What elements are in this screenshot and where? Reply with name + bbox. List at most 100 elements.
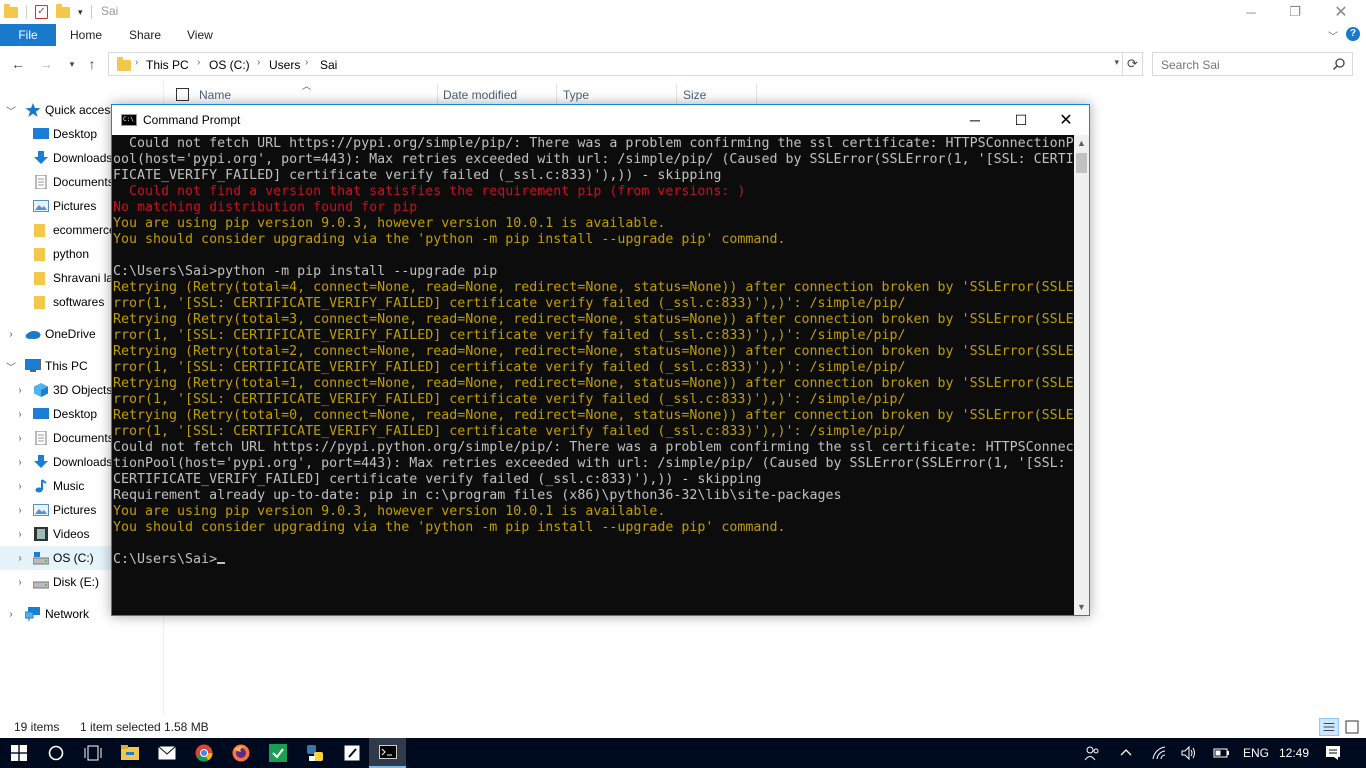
minimize-button[interactable]: ─: [1228, 0, 1274, 24]
address-bar[interactable]: › This PC › OS (C:) › Users › Sai ▾: [108, 52, 1123, 76]
column-header-size[interactable]: Size: [683, 88, 706, 102]
expand-chevron-icon[interactable]: ›: [15, 577, 25, 588]
column-divider[interactable]: [676, 84, 677, 106]
console-line: You should consider upgrading via the 'p…: [113, 520, 786, 535]
console-line: tionPool(host='pypi.org', port=443): Max…: [113, 456, 1066, 471]
column-header-name[interactable]: Name: [199, 88, 231, 102]
large-icons-view-icon[interactable]: [1342, 718, 1362, 736]
file-explorer-taskbar-button[interactable]: [111, 738, 148, 768]
console-line: C:\Users\Sai>python -m pip install --upg…: [113, 264, 498, 279]
start-button[interactable]: [0, 738, 37, 768]
cmd-maximize-button[interactable]: ☐: [998, 105, 1044, 135]
column-divider[interactable]: [437, 84, 438, 106]
documents-icon: [35, 175, 47, 189]
expand-chevron-icon[interactable]: ›: [6, 329, 16, 340]
console-line: You are using pip version 9.0.3, however…: [113, 504, 666, 519]
scroll-down-arrow-icon[interactable]: ▼: [1074, 599, 1089, 615]
wifi-icon[interactable]: [1151, 745, 1167, 761]
console-line: rror(1, '[SSL: CERTIFICATE_VERIFY_FAILED…: [113, 360, 906, 375]
console-output[interactable]: Could not fetch URL https://pypi.org/sim…: [112, 135, 1074, 615]
breadcrumb-chevron-icon[interactable]: ›: [305, 57, 308, 68]
task-view-button[interactable]: [74, 738, 111, 768]
help-icon[interactable]: ?: [1346, 27, 1360, 41]
expand-chevron-icon[interactable]: ›: [15, 457, 25, 468]
column-header-date-modified[interactable]: Date modified: [443, 88, 517, 102]
forward-arrow-icon[interactable]: →: [36, 54, 56, 74]
battery-icon[interactable]: [1213, 745, 1229, 761]
tab-share[interactable]: Share: [129, 24, 161, 46]
mail-taskbar-button[interactable]: [148, 738, 185, 768]
firefox-taskbar-button[interactable]: [222, 738, 259, 768]
customize-toolbar-chevron-icon[interactable]: ▾: [78, 7, 83, 18]
breadcrumb-this-pc[interactable]: This PC: [146, 58, 189, 72]
command-prompt-window[interactable]: C:\ Command Prompt ─ ☐ ✕ Could not fetch…: [111, 104, 1090, 616]
green-app-taskbar-button[interactable]: [259, 738, 296, 768]
show-hidden-icons-chevron-icon[interactable]: [1118, 745, 1134, 761]
console-line: Could not fetch URL https://pypi.org/sim…: [113, 136, 1074, 151]
nav-item-label: softwares: [53, 295, 105, 309]
breadcrumb-sai[interactable]: Sai: [320, 58, 337, 72]
console-line: Requirement already up-to-date: pip in c…: [113, 488, 842, 503]
scroll-up-arrow-icon[interactable]: ▲: [1074, 135, 1089, 151]
details-view-icon[interactable]: [1319, 718, 1339, 736]
action-center-icon[interactable]: [1325, 745, 1341, 761]
expand-chevron-icon[interactable]: ›: [15, 481, 25, 492]
properties-icon[interactable]: ✓: [35, 5, 48, 19]
breadcrumb-users[interactable]: Users: [269, 58, 300, 72]
tab-file[interactable]: File: [0, 24, 56, 46]
console-line: Could not find a version that satisfies …: [113, 184, 746, 199]
collapse-chevron-icon[interactable]: ﹀: [6, 103, 16, 118]
close-button[interactable]: ✕: [1318, 0, 1364, 24]
column-header-type[interactable]: Type: [563, 88, 589, 102]
restore-button[interactable]: ❐: [1272, 0, 1318, 24]
chrome-icon: [195, 744, 212, 762]
column-headers: ︿ Name Date modified Type Size: [164, 81, 764, 106]
cmd-titlebar[interactable]: C:\ Command Prompt ─ ☐ ✕: [112, 105, 1089, 135]
cmd-taskbar-button[interactable]: [369, 738, 406, 768]
cortana-button[interactable]: [37, 738, 74, 768]
tab-view[interactable]: View: [187, 24, 213, 46]
volume-icon[interactable]: [1181, 745, 1197, 761]
breadcrumb-os-c[interactable]: OS (C:): [209, 58, 250, 72]
clock[interactable]: 12:49: [1279, 746, 1309, 760]
collapse-chevron-icon[interactable]: ﹀: [6, 359, 16, 374]
cmd-minimize-button[interactable]: ─: [952, 105, 998, 135]
select-all-checkbox[interactable]: [176, 88, 189, 101]
cortana-icon: [48, 745, 63, 761]
expand-chevron-icon[interactable]: ›: [6, 609, 16, 620]
breadcrumb-chevron-icon[interactable]: ›: [135, 57, 138, 68]
recent-locations-chevron-icon[interactable]: ▾: [62, 54, 82, 74]
cmd-close-button[interactable]: ✕: [1043, 105, 1089, 135]
column-divider[interactable]: [556, 84, 557, 106]
language-indicator[interactable]: ENG: [1243, 746, 1269, 760]
expand-chevron-icon[interactable]: ›: [15, 409, 25, 420]
nav-item-label: Music: [53, 479, 85, 493]
search-box[interactable]: [1152, 52, 1353, 76]
tab-home[interactable]: Home: [70, 24, 102, 46]
back-arrow-icon[interactable]: ←: [8, 54, 28, 74]
address-history-chevron-icon[interactable]: ▾: [1114, 57, 1119, 68]
console-scrollbar[interactable]: ▲ ▼: [1074, 135, 1089, 615]
notes-taskbar-button[interactable]: [333, 738, 370, 768]
scrollbar-thumb[interactable]: [1076, 153, 1087, 173]
console-line: You are using pip version 9.0.3, however…: [113, 216, 666, 231]
new-folder-icon[interactable]: [56, 3, 70, 18]
expand-chevron-icon[interactable]: ›: [15, 529, 25, 540]
expand-chevron-icon[interactable]: ›: [15, 385, 25, 396]
chrome-taskbar-button[interactable]: [185, 738, 222, 768]
expand-ribbon-chevron-icon[interactable]: ﹀: [1328, 28, 1338, 43]
up-arrow-icon[interactable]: ↑: [82, 54, 102, 74]
expand-chevron-icon[interactable]: ›: [15, 433, 25, 444]
firefox-icon: [232, 744, 249, 762]
refresh-icon[interactable]: ⟳: [1123, 52, 1143, 76]
column-divider[interactable]: [756, 84, 757, 106]
expand-chevron-icon[interactable]: ›: [15, 553, 25, 564]
search-input[interactable]: [1161, 58, 1321, 72]
breadcrumb-chevron-icon[interactable]: ›: [197, 57, 200, 68]
expand-chevron-icon[interactable]: ›: [15, 505, 25, 516]
folder-icon: [4, 3, 18, 18]
breadcrumb-chevron-icon[interactable]: ›: [257, 57, 260, 68]
python-taskbar-button[interactable]: [296, 738, 333, 768]
people-icon[interactable]: [1084, 745, 1100, 761]
